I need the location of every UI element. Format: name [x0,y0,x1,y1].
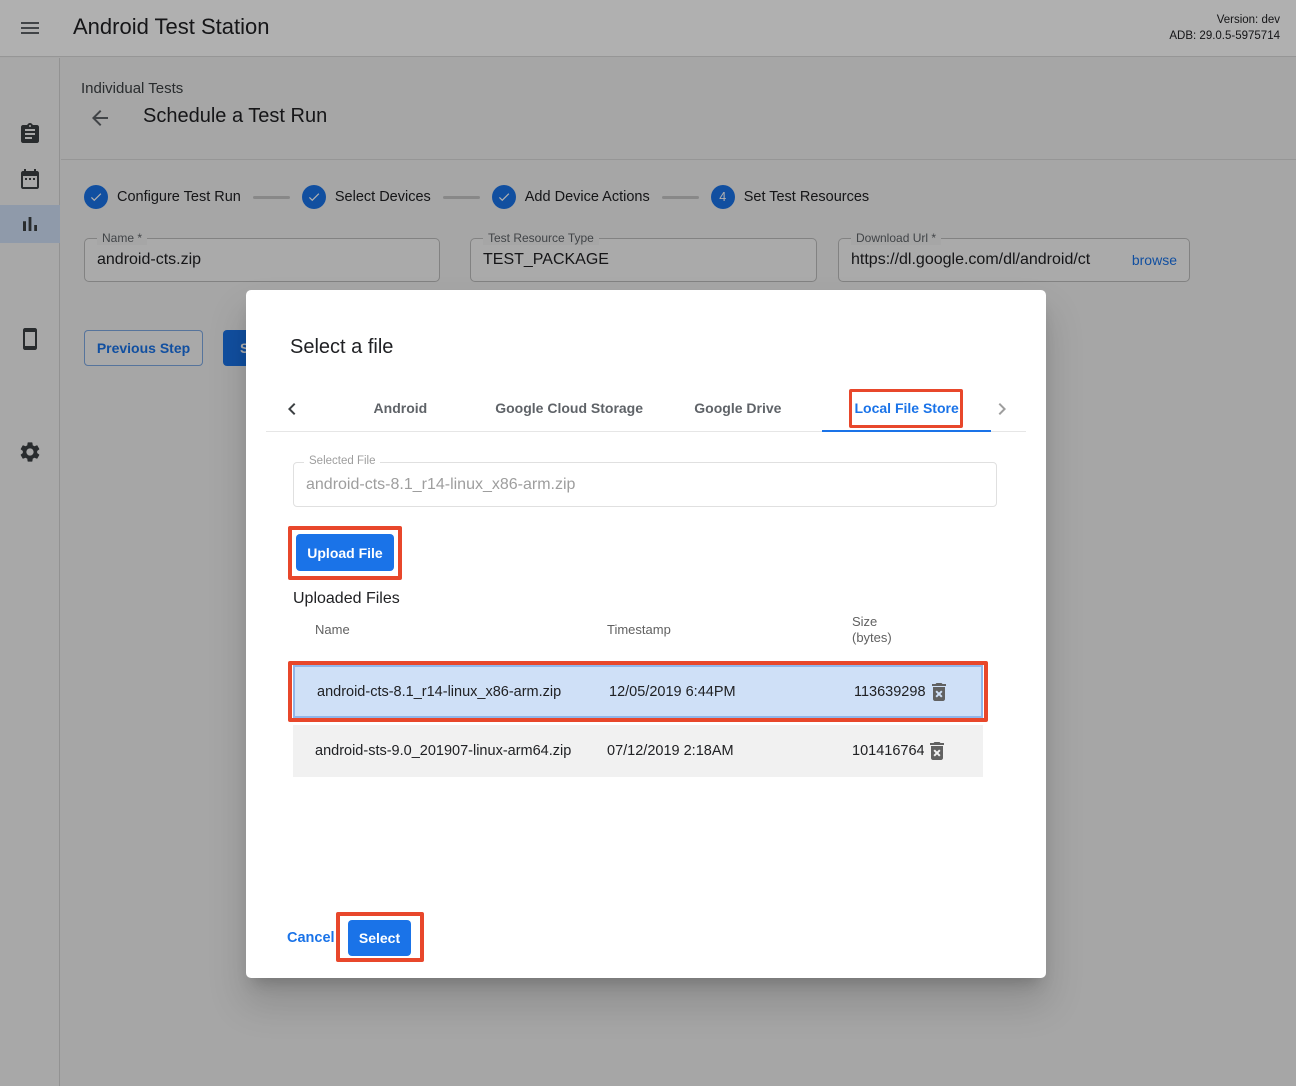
cancel-button[interactable]: Cancel [287,928,335,948]
tabs-scroll-left-icon[interactable] [280,397,304,421]
column-header-timestamp: Timestamp [607,622,671,637]
android-test-station-app: Android Test Station Version: dev ADB: 2… [0,0,1296,1086]
table-row-selected[interactable]: android-cts-8.1_r14-linux_x86-arm.zip 12… [293,665,983,718]
tab-local-file-store[interactable]: Local File Store [822,385,991,431]
file-name-cell: android-cts-8.1_r14-linux_x86-arm.zip [317,667,561,716]
delete-file-button[interactable] [927,680,951,704]
upload-file-button[interactable]: Upload File [296,534,394,571]
column-header-size: Size (bytes) [852,614,892,646]
tabs-scroll-right-icon[interactable] [990,397,1014,421]
active-tab-underline [822,430,991,432]
tab-google-cloud-storage[interactable]: Google Cloud Storage [485,385,654,431]
selected-file-label: Selected File [304,455,380,467]
delete-file-button[interactable] [925,739,949,763]
dialog-title: Select a file [290,336,393,359]
trash-forever-icon [925,739,949,763]
file-source-tabbar: Android Google Cloud Storage Google Driv… [266,385,1026,432]
select-file-dialog: Select a file Android Google Cloud Stora… [246,290,1046,978]
size-cell: 101416764 [852,725,924,777]
uploaded-files-table: Name Timestamp Size (bytes) android-cts-… [293,620,983,664]
tab-google-drive[interactable]: Google Drive [654,385,823,431]
table-row[interactable]: android-sts-9.0_201907-linux-arm64.zip 0… [293,725,983,777]
uploaded-files-heading: Uploaded Files [293,590,400,608]
timestamp-cell: 07/12/2019 2:18AM [607,725,734,777]
column-header-name: Name [315,622,350,637]
tab-android[interactable]: Android [316,385,485,431]
column-header-size-line2: (bytes) [852,630,892,646]
file-name-cell: android-sts-9.0_201907-linux-arm64.zip [315,725,571,777]
trash-forever-icon [927,680,951,704]
table-header-row: Name Timestamp Size (bytes) [293,620,983,664]
size-cell: 113639298 [854,667,926,716]
select-button[interactable]: Select [348,920,411,956]
tabs: Android Google Cloud Storage Google Driv… [316,385,991,431]
column-header-size-line1: Size [852,614,892,630]
selected-file-field: Selected File android-cts-8.1_r14-linux_… [293,462,997,507]
timestamp-cell: 12/05/2019 6:44PM [609,667,736,716]
selected-file-value: android-cts-8.1_r14-linux_x86-arm.zip [294,463,996,506]
